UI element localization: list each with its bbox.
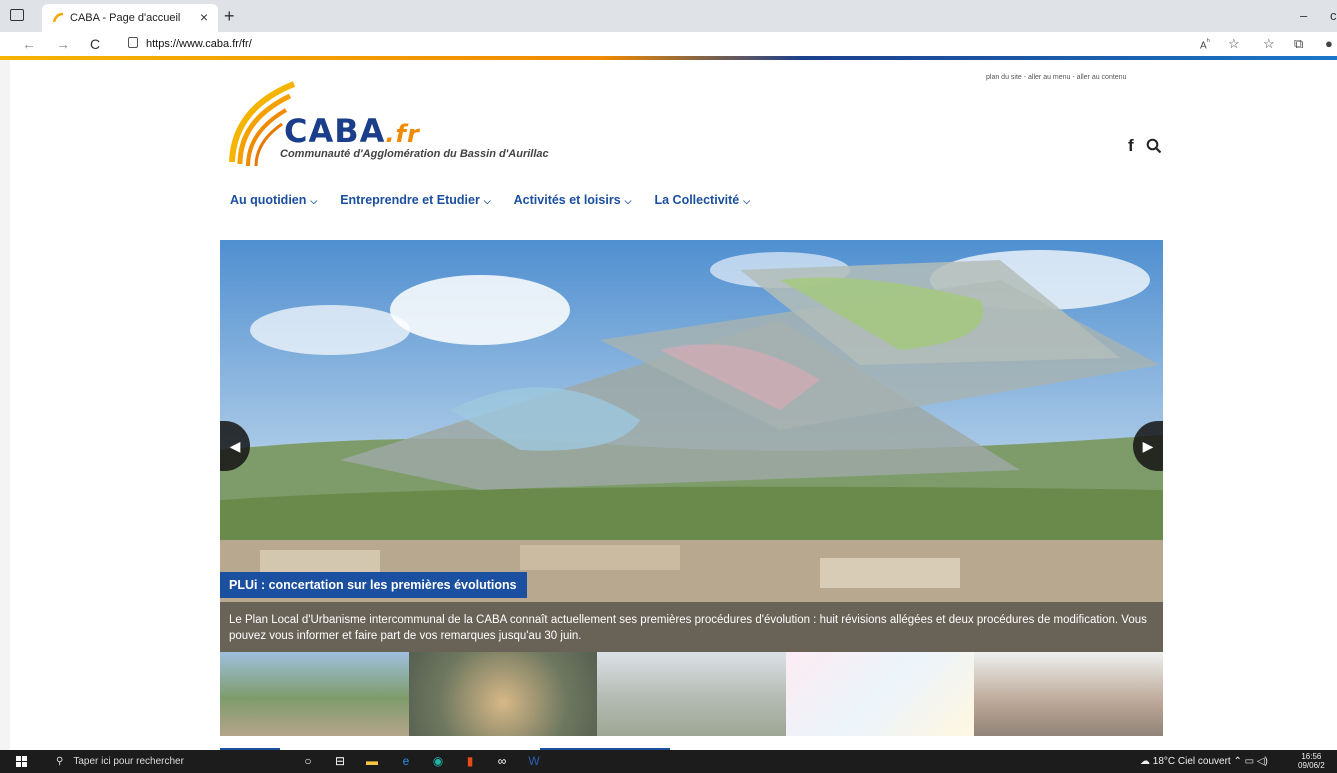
nav-au-quotidien[interactable]: Au quotidien ⌵ [230, 193, 317, 207]
ie-icon[interactable]: e [398, 753, 414, 769]
restore-button[interactable]: c [1330, 8, 1337, 23]
thumbnail-plui[interactable] [220, 652, 409, 736]
taskbar-search[interactable]: ⚲ Taper ici pour rechercher [56, 756, 184, 767]
search-icon[interactable] [1146, 138, 1162, 154]
forward-icon[interactable]: → [56, 36, 70, 52]
app-icon[interactable]: ∞ [494, 753, 510, 769]
lock-icon [128, 37, 138, 48]
chevron-down-icon: ⌵ [310, 196, 318, 206]
caba-favicon-icon [52, 12, 64, 23]
collections-icon[interactable]: ⧉ [1294, 36, 1303, 52]
task-view-icon[interactable]: ⊟ [332, 753, 348, 769]
refresh-icon[interactable]: C [90, 36, 100, 52]
minimize-button[interactable]: – [1300, 8, 1307, 23]
thumbnail-road[interactable] [597, 652, 786, 736]
weather-widget[interactable]: ☁ 18°C Ciel couvert ⌃ ▭ ◁) [1140, 756, 1268, 767]
address-bar: ← → C https://www.caba.fr/fr/ Aʰ ☆ ☆ ⧉ ● [0, 32, 1337, 56]
word-icon[interactable]: W [526, 753, 542, 769]
favorites-list-icon[interactable]: ☆ [1263, 36, 1275, 52]
main-navigation: Au quotidien ⌵ Entreprendre et Etudier ⌵ A… [230, 193, 750, 207]
browser-tab-bar: CABA - Page d'accueil × + – c [0, 0, 1337, 32]
chevron-down-icon: ⌵ [743, 196, 751, 206]
logo-subtitle: Communauté d'Agglomération du Bassin d'A… [280, 148, 549, 160]
facebook-icon[interactable]: f [1128, 136, 1134, 156]
caba-logo[interactable]: CABA.fr Communauté d'Agglomération du Ba… [226, 80, 606, 170]
windows-start-icon[interactable] [16, 756, 28, 768]
chevron-down-icon: ⌵ [483, 196, 491, 206]
slide-title[interactable]: PLUi : concertation sur les premières év… [220, 572, 527, 598]
slide-description: Le Plan Local d'Urbanisme intercommunal … [220, 602, 1163, 652]
new-tab-button[interactable]: + [224, 6, 235, 27]
read-aloud-icon[interactable]: Aʰ [1200, 36, 1210, 51]
clock[interactable]: 16:56 09/06/2 [1298, 752, 1325, 770]
nav-activites[interactable]: Activités et loisirs ⌵ [514, 193, 632, 207]
office-icon[interactable]: ▮ [462, 753, 478, 769]
browser-tab[interactable]: CABA - Page d'accueil × [42, 4, 218, 32]
url-field[interactable]: https://www.caba.fr/fr/ [128, 37, 252, 50]
tab-title: CABA - Page d'accueil [70, 12, 181, 24]
logo-name: CABA.fr [284, 112, 420, 150]
utility-links[interactable]: plan du site - aller au menu - aller au … [986, 74, 1126, 81]
search-icon: ⚲ [56, 756, 64, 767]
thumbnail-group[interactable] [974, 652, 1163, 736]
chevron-down-icon: ⌵ [624, 196, 632, 206]
url-text: https://www.caba.fr/fr/ [146, 38, 252, 50]
nav-collectivite[interactable]: La Collectivité ⌵ [654, 193, 750, 207]
file-explorer-icon[interactable]: ▬ [364, 753, 380, 769]
windows-taskbar: ⚲ Taper ici pour rechercher ○ ⊟ ▬ e ◉ ▮ ∞… [0, 750, 1337, 773]
tab-close-icon[interactable]: × [200, 9, 208, 25]
favorite-star-icon[interactable]: ☆ [1228, 36, 1240, 52]
webpage: plan du site - aller au menu - aller au … [10, 60, 1337, 750]
cloud-icon: ☁ [1140, 756, 1153, 767]
thumbnail-forest[interactable] [408, 652, 598, 736]
thumbnail-dessine-moi[interactable] [785, 652, 975, 736]
profile-icon[interactable]: ● [1325, 36, 1333, 51]
nav-entreprendre[interactable]: Entreprendre et Etudier ⌵ [340, 193, 490, 207]
slider-thumbnails [220, 652, 1163, 736]
back-icon[interactable]: ← [22, 36, 36, 52]
edge-icon[interactable]: ◉ [430, 753, 446, 769]
hero-slider: ◀ ▶ PLUi : concertation sur les première… [220, 240, 1163, 652]
tab-actions-icon[interactable] [10, 9, 24, 21]
cortana-icon[interactable]: ○ [300, 753, 316, 769]
